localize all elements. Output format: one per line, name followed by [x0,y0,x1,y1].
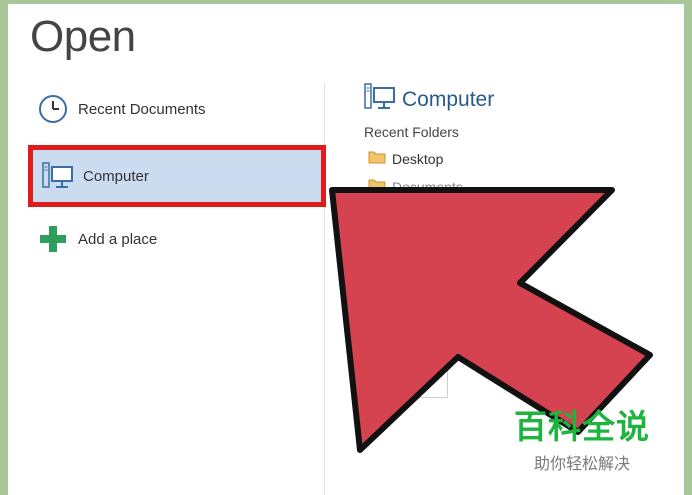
computer-icon [41,159,75,193]
folder-icon [388,325,422,358]
folder-label: Documents [392,178,463,195]
folder-label: Desktop [392,150,444,167]
recent-folders-heading: Recent Folders [364,124,459,140]
place-label: Recent Documents [78,100,206,118]
place-computer[interactable]: Computer [28,145,326,207]
page-title: Open [30,12,136,61]
watermark-slogan: 助你轻松解决 [533,454,630,473]
watermark-brand: 百科全说 [514,407,650,446]
right-pane-header: Computer [364,82,494,117]
folder-icon [368,150,386,167]
browse-button[interactable]: Browse [362,310,448,398]
place-recent-documents[interactable]: Recent Documents [36,92,206,126]
folder-icon [368,178,386,195]
watermark: 百科全说 助你轻松解决 [514,400,650,474]
folder-item-desktop[interactable]: Desktop [368,150,443,167]
place-label: Computer [83,167,149,185]
pane-divider [324,82,325,495]
place-label: Add a place [78,230,158,248]
plus-icon [36,222,70,256]
browse-label: Browse [383,368,427,383]
right-pane-title: Computer [402,87,495,111]
clock-icon [36,92,70,126]
folder-item-documents[interactable]: Documents [368,178,463,195]
add-place-button[interactable]: Add a place [36,222,157,256]
computer-icon [364,82,396,117]
